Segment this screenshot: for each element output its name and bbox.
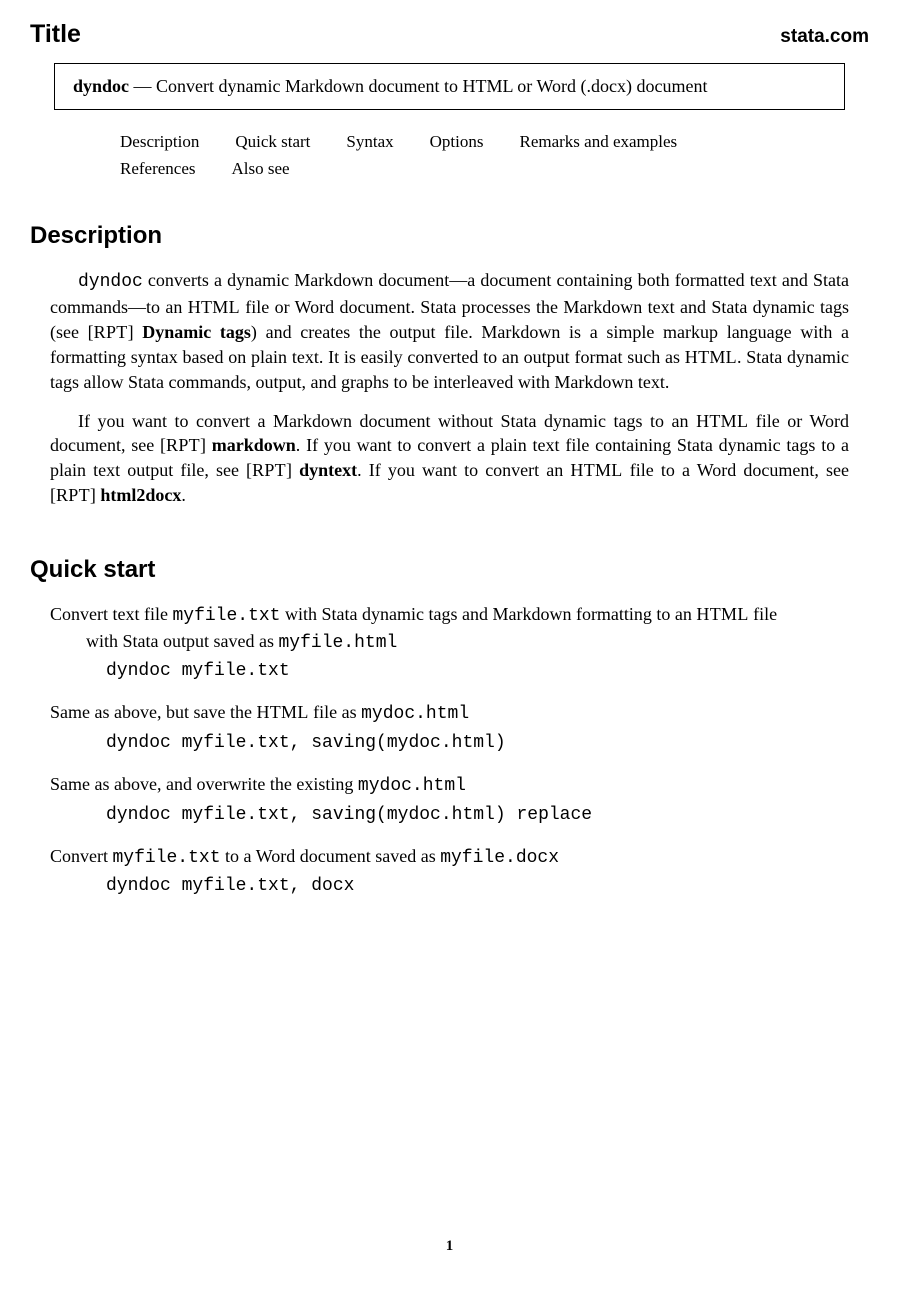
text: RPT [56, 485, 90, 505]
text: ] [90, 485, 101, 505]
page-title: Title [30, 20, 81, 49]
text: Same as above, but save the [50, 702, 256, 722]
text: HTML [570, 460, 622, 480]
title-box: dyndoc — Convert dynamic Markdown docume… [54, 63, 845, 110]
quick-start-heading: Quick start [30, 556, 869, 584]
text: myfile.docx [440, 848, 559, 868]
text: ] [200, 435, 212, 455]
text: ] [286, 460, 299, 480]
page-number: 1 [0, 1238, 899, 1255]
text: ] [128, 322, 143, 342]
link-dyntext[interactable]: dyntext [299, 460, 357, 480]
command-example: dyndoc myfile.txt, saving(mydoc.html) re… [50, 803, 849, 828]
nav-references[interactable]: References [120, 155, 196, 182]
quick-start-item-2: Same as above, but save the HTML file as… [50, 700, 849, 756]
text: HTML [685, 347, 737, 367]
text: with Stata output saved as [86, 631, 278, 651]
nav-also-see[interactable]: Also see [232, 155, 290, 182]
link-html2docx[interactable]: html2docx [100, 485, 181, 505]
text: If you want to convert a Markdown docume… [78, 411, 696, 431]
quick-start-item-3: Same as above, and overwrite the existin… [50, 772, 849, 828]
text: RPT [252, 460, 286, 480]
text: myfile.txt [172, 606, 280, 626]
text: HTML [256, 702, 308, 722]
command-example: dyndoc myfile.txt, saving(mydoc.html) [50, 731, 849, 756]
text: mydoc.html [361, 704, 469, 724]
text: HTML [188, 297, 240, 317]
command-summary: Convert dynamic Markdown document to HTM… [156, 76, 707, 96]
link-dynamic-tags[interactable]: Dynamic tags [142, 322, 251, 342]
nav-syntax[interactable]: Syntax [346, 128, 393, 155]
nav-options[interactable]: Options [430, 128, 484, 155]
text: HTML [696, 411, 748, 431]
text: myfile.html [278, 633, 397, 653]
text: HTML [696, 604, 748, 624]
page-header: Title stata.com [30, 20, 869, 49]
text: RPT [166, 435, 200, 455]
text: to a Word document saved as [221, 846, 441, 866]
description-para-1: dyndoc converts a dynamic Markdown docum… [50, 268, 849, 394]
link-markdown[interactable]: markdown [212, 435, 296, 455]
text: RPT [94, 322, 128, 342]
nav-remarks[interactable]: Remarks and examples [519, 128, 677, 155]
text: mydoc.html [358, 776, 466, 796]
text: file as [309, 702, 361, 722]
text: . [181, 485, 186, 505]
title-sep: — [129, 76, 156, 96]
text: myfile.txt [113, 848, 221, 868]
nav-quick-start[interactable]: Quick start [235, 128, 310, 155]
nav-description[interactable]: Description [120, 128, 199, 155]
description-heading: Description [30, 222, 869, 250]
text: with Stata dynamic tags and Markdown for… [281, 604, 697, 624]
text: file [749, 604, 778, 624]
text: Same as above, and overwrite the existin… [50, 774, 358, 794]
brand-link[interactable]: stata.com [780, 26, 869, 48]
nav-row-2: References Also see [120, 155, 869, 182]
description-para-2: If you want to convert a Markdown docume… [50, 409, 849, 508]
command-name: dyndoc [73, 76, 129, 96]
text: Convert [50, 846, 113, 866]
section-nav: Description Quick start Syntax Options R… [120, 128, 869, 182]
text: dyndoc [78, 272, 143, 292]
command-example: dyndoc myfile.txt, docx [50, 874, 849, 899]
quick-start-item-4: Convert myfile.txt to a Word document sa… [50, 844, 849, 900]
nav-row-1: Description Quick start Syntax Options R… [120, 128, 869, 155]
text: Convert text file [50, 604, 172, 624]
text: . If you want to convert an [357, 460, 570, 480]
quick-start-item-1: Convert text file myfile.txt with Stata … [50, 602, 849, 684]
command-example: dyndoc myfile.txt [50, 659, 849, 684]
